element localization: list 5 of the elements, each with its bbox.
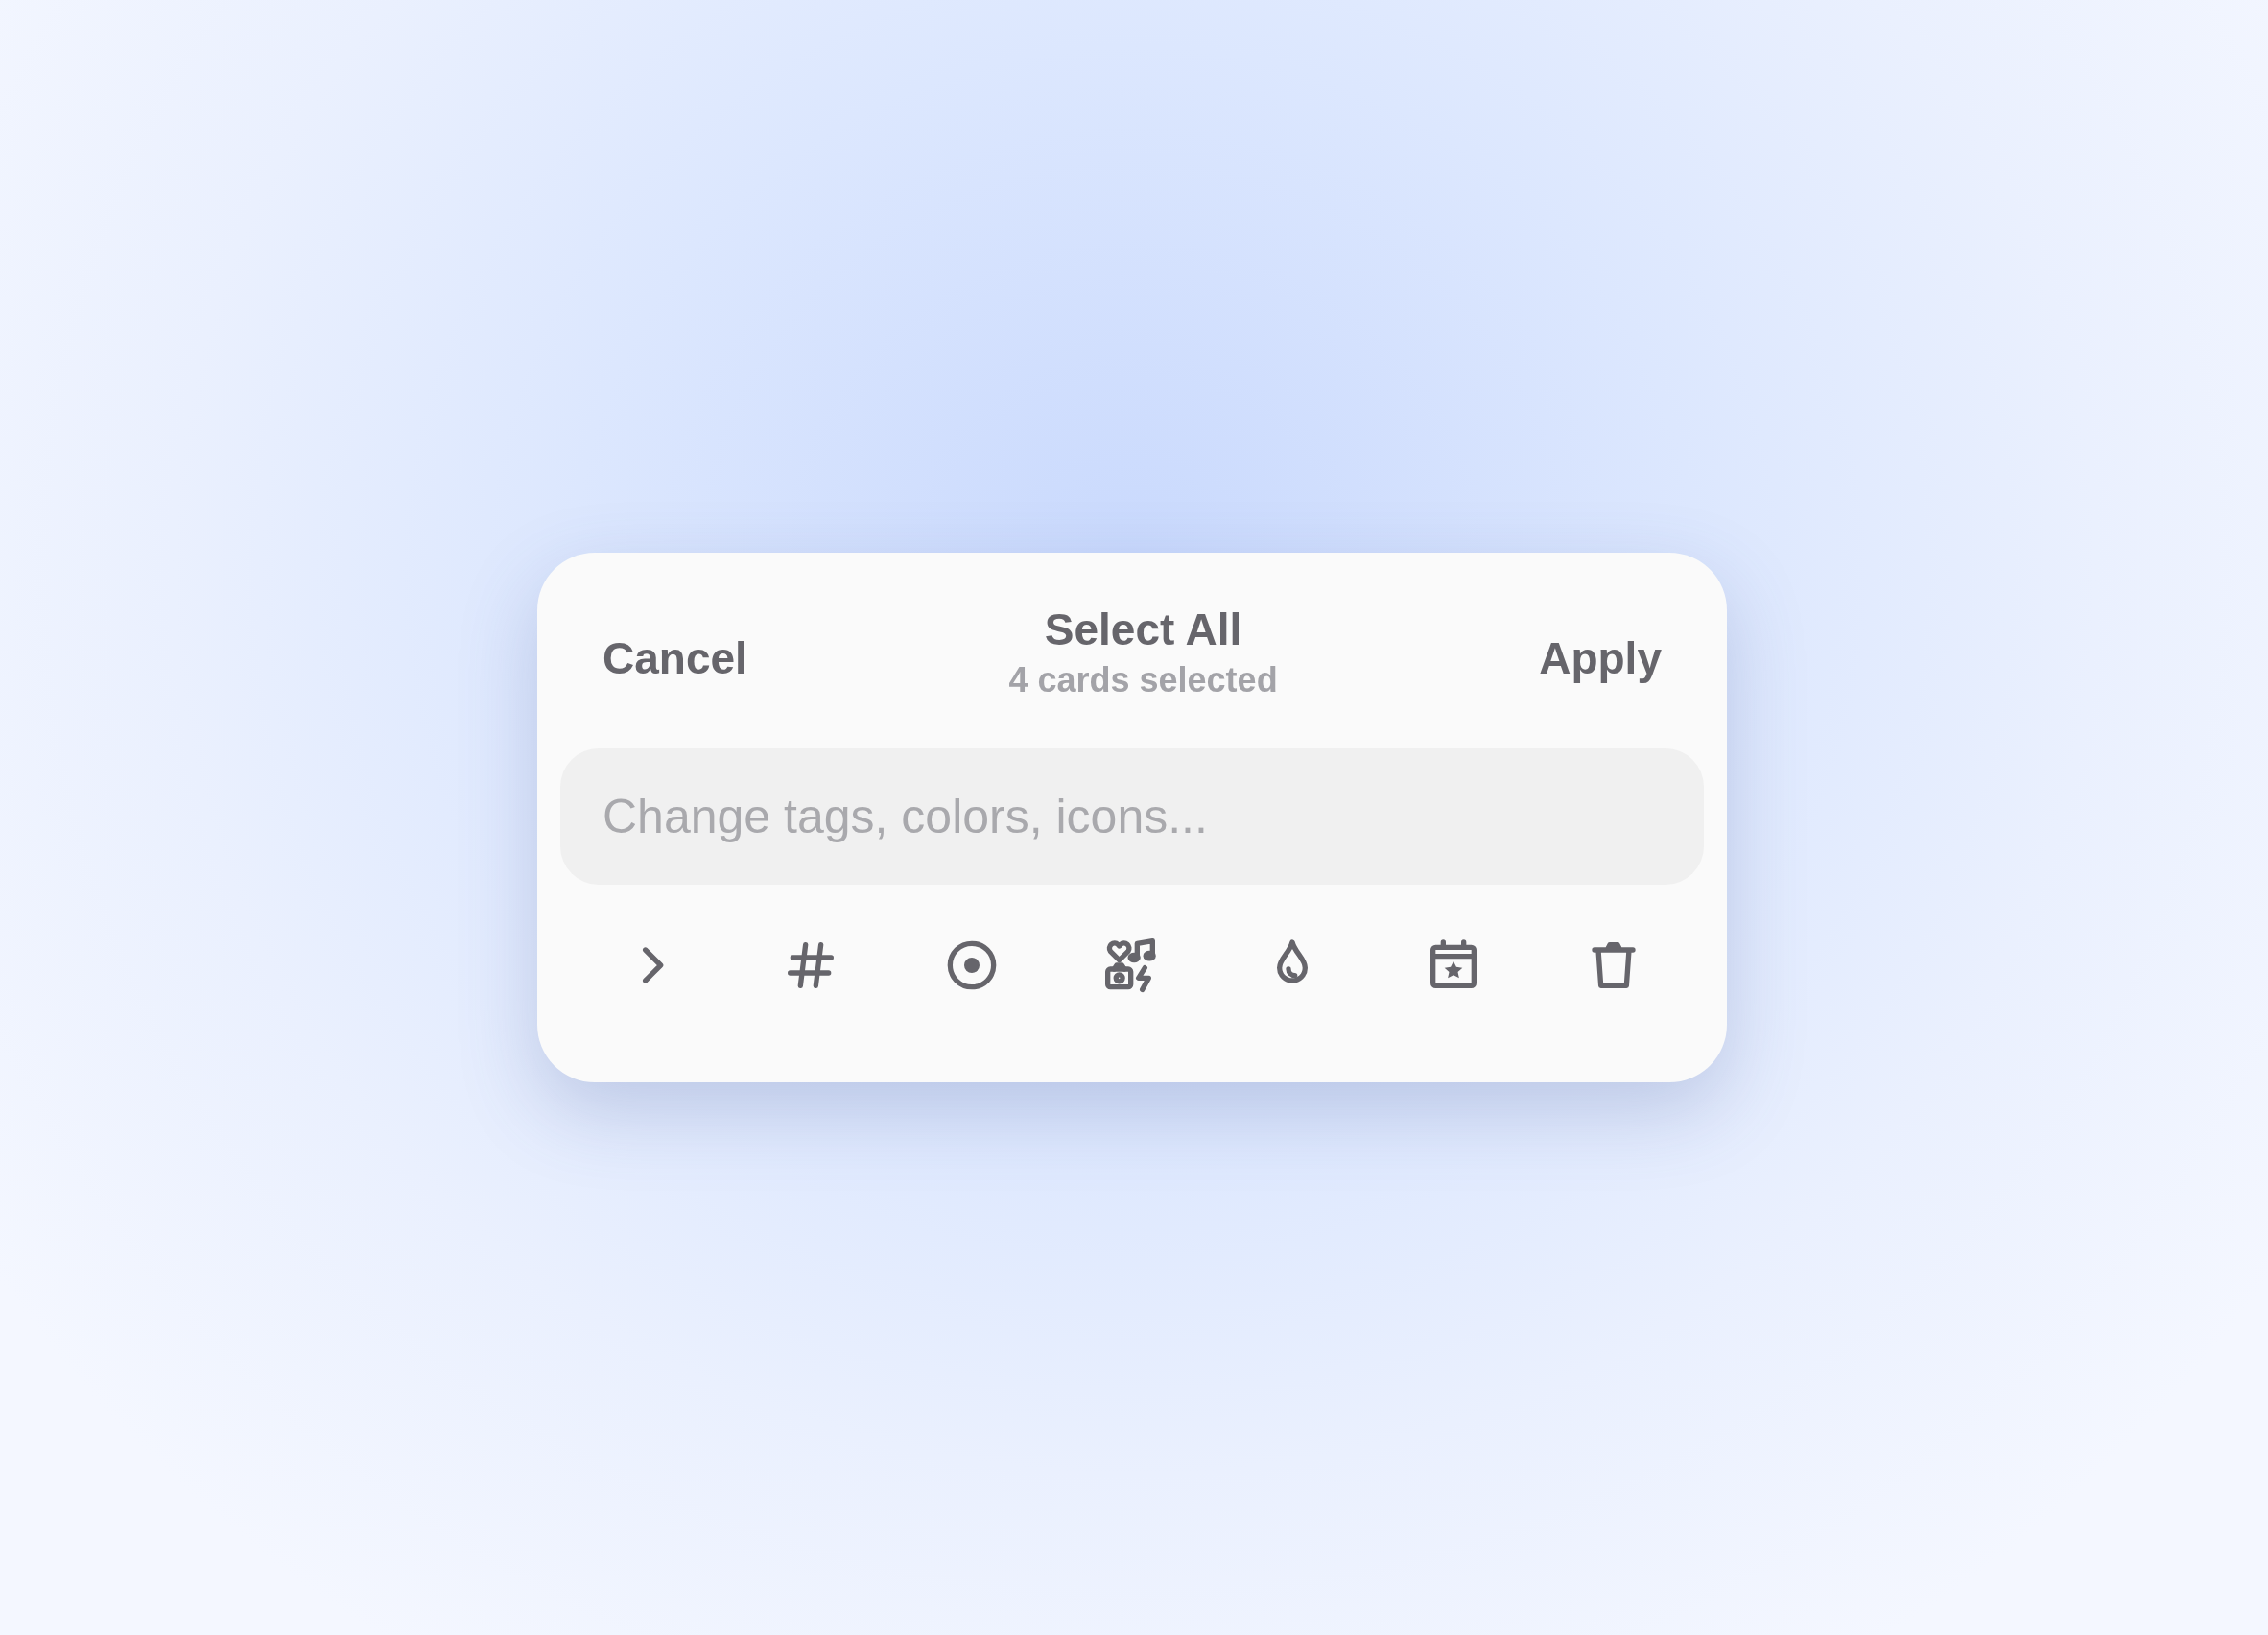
search-field[interactable]: Change tags, colors, icons... bbox=[560, 748, 1704, 885]
cancel-button[interactable]: Cancel bbox=[602, 626, 747, 692]
selection-count: 4 cards selected bbox=[1008, 658, 1278, 701]
sheet-title: Select All bbox=[1044, 604, 1242, 656]
apply-button[interactable]: Apply bbox=[1539, 626, 1662, 692]
